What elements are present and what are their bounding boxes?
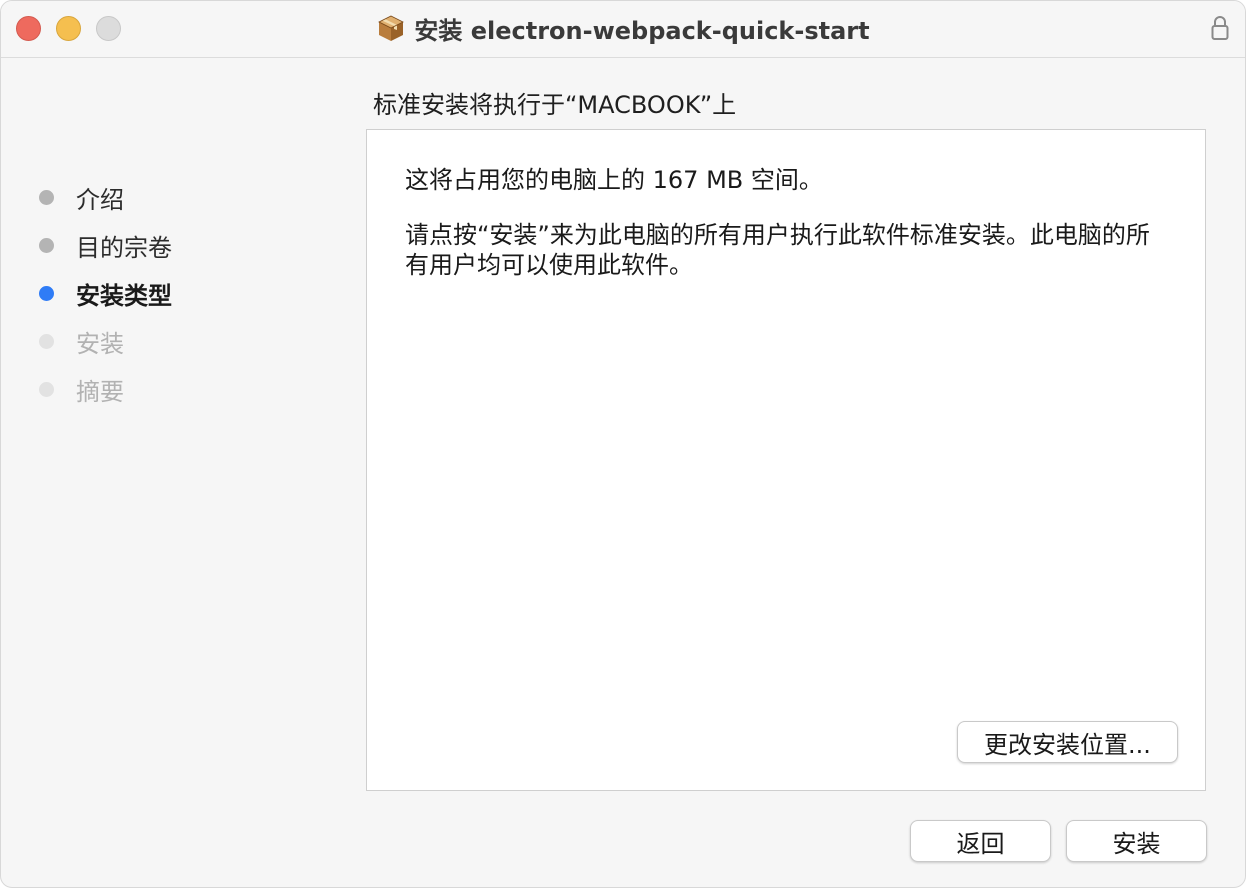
- lock-icon: [1211, 16, 1229, 40]
- step-label: 安装: [76, 329, 124, 358]
- step-summary: 摘要: [39, 365, 172, 413]
- step-installation-type: 安装类型: [39, 269, 172, 317]
- step-destination: 目的宗卷: [39, 221, 172, 269]
- install-button[interactable]: 安装: [1066, 820, 1207, 862]
- install-target-heading: 标准安装将执行于“MACBOOK”上: [373, 91, 737, 119]
- installer-steps: 介绍 目的宗卷 安装类型 安装 摘要: [39, 173, 172, 413]
- disk-space-text: 这将占用您的电脑上的 167 MB 空间。: [405, 166, 823, 194]
- window-title: 安装 electron-webpack-quick-start: [414, 16, 870, 45]
- window-title-group: 安装 electron-webpack-quick-start: [1, 12, 1245, 45]
- change-install-location-button[interactable]: 更改安装位置...: [957, 721, 1178, 763]
- step-status-dot: [39, 333, 54, 349]
- step-introduction: 介绍: [39, 173, 172, 221]
- step-install: 安装: [39, 317, 172, 365]
- step-status-dot: [39, 381, 54, 397]
- step-label: 目的宗卷: [76, 233, 172, 262]
- step-status-dot: [39, 237, 54, 253]
- package-icon: [378, 15, 405, 41]
- step-status-dot: [39, 285, 54, 301]
- installer-window: 安装 electron-webpack-quick-start 标准安装将执行于…: [0, 0, 1246, 888]
- step-status-dot: [39, 189, 54, 205]
- step-label: 摘要: [76, 377, 124, 406]
- step-label: 安装类型: [76, 281, 172, 310]
- content-panel: 这将占用您的电脑上的 167 MB 空间。 请点按“安装”来为此电脑的所有用户执…: [366, 129, 1206, 791]
- title-bar: 安装 electron-webpack-quick-start: [1, 1, 1245, 58]
- install-description: 请点按“安装”来为此电脑的所有用户执行此软件标准安装。此电脑的所有用户均可以使用…: [405, 221, 1150, 279]
- back-button[interactable]: 返回: [910, 820, 1051, 862]
- step-label: 介绍: [76, 185, 124, 214]
